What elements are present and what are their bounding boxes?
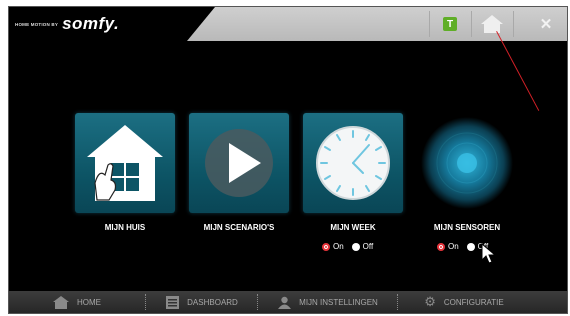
gear-icon: ⚙ [424,294,436,309]
user-icon [278,296,292,309]
radio-label: On [448,242,459,251]
tile-mijn-sensoren[interactable] [417,113,517,213]
radio-on-indicator [322,242,330,251]
brand-subtitle: HOME MOTION BY [15,21,59,27]
week-off-radio[interactable]: Off [351,242,374,251]
clock-icon [316,126,390,200]
header-bar: HOME MOTION BY somfy. T ✕ [9,7,567,41]
somfy-logo: HOME MOTION BY somfy. [15,13,119,35]
radio-on-indicator [437,242,445,251]
bottom-navigation: HOME DASHBOARD MIJN INSTELLINGEN ⚙ CONFI… [9,291,567,313]
home-icon [53,295,69,309]
tile-label-mijn-week: MIJN WEEK [330,223,376,232]
brand-name: somfy. [62,14,120,33]
nav-label: CONFIGURATIE [443,297,504,307]
tile-label-mijn-huis: MIJN HUIS [104,223,146,232]
tile-mijn-scenarios[interactable] [189,113,289,213]
close-button[interactable]: ✕ [525,7,567,41]
dashboard-icon [166,295,180,309]
house-icon [87,125,163,201]
radio-label: On [333,242,344,251]
radio-off-indicator [466,242,475,251]
home-icon [481,15,503,33]
sensoren-on-radio[interactable]: On [437,242,459,251]
tile-label-mijn-sensoren: MIJN SENSOREN [433,223,501,232]
close-icon: ✕ [539,16,553,33]
week-toggle: On Off [322,242,373,251]
radio-off-indicator [351,242,360,251]
nav-label: MIJN INSTELLINGEN [299,297,378,307]
nav-home[interactable]: HOME [9,291,145,313]
nav-mijn-instellingen[interactable]: MIJN INSTELLINGEN [259,291,397,313]
t-button[interactable]: T [429,7,471,41]
sensor-icon [421,117,513,209]
tile-mijn-week[interactable] [303,113,403,213]
nav-dashboard[interactable]: DASHBOARD [147,291,257,313]
app-window: HOME MOTION BY somfy. T ✕ MIJN HUIS MIJN… [8,6,568,314]
play-icon [205,129,273,197]
tile-mijn-huis[interactable] [75,113,175,213]
tile-label-mijn-scenarios: MIJN SCENARIO'S [203,223,275,232]
header-home-button[interactable] [471,7,513,41]
nav-label: DASHBOARD [187,297,238,307]
mouse-cursor-icon [481,243,497,264]
nav-label: HOME [77,297,101,307]
week-on-radio[interactable]: On [322,242,344,251]
t-icon: T [443,17,457,31]
header-divider [513,11,514,37]
nav-configuratie[interactable]: ⚙ CONFIGURATIE [399,291,529,313]
radio-label: Off [362,242,374,251]
